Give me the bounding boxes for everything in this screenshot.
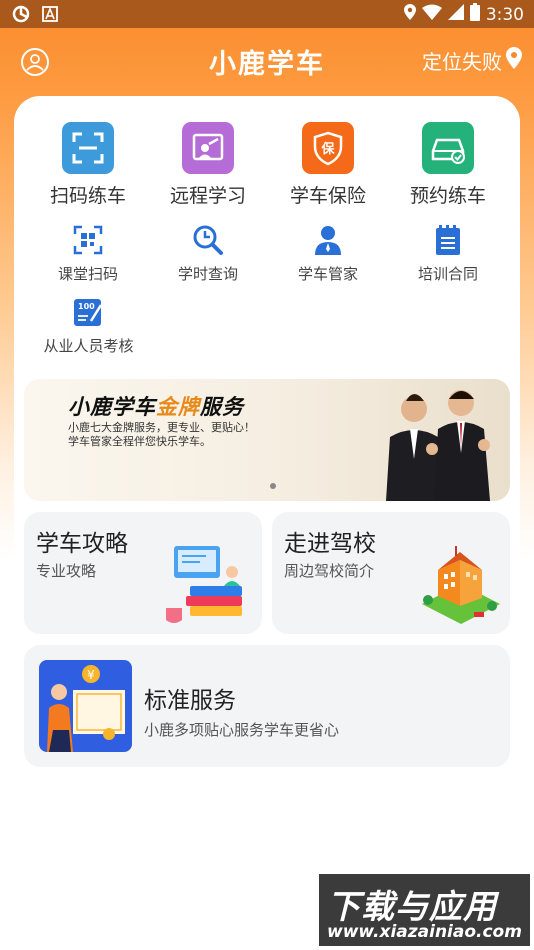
banner-line: 学车管家全程伴您快乐学车。 bbox=[68, 435, 211, 448]
feature-staff-assessment[interactable]: 100 从业人员考核 bbox=[28, 296, 149, 356]
info-tiles: 学车攻略 专业攻略 走进驾校 周边驾校简介 bbox=[24, 512, 510, 634]
feature-remote-learning[interactable]: 远程学习 bbox=[148, 122, 268, 208]
sync-icon bbox=[12, 5, 30, 27]
school-title: 走进驾校 bbox=[284, 531, 376, 557]
svg-text:100: 100 bbox=[78, 302, 95, 311]
sub-feature-label: 课堂扫码 bbox=[57, 265, 118, 283]
car-check-icon bbox=[422, 122, 474, 174]
location-pin-icon bbox=[403, 4, 416, 25]
school-building-illustration bbox=[422, 546, 500, 624]
promo-banner[interactable]: 小鹿学车金牌服务 小鹿七大金牌服务，更专业、更贴心！ 学车管家全程伴您快乐学车。 bbox=[24, 379, 510, 501]
map-pin-icon bbox=[506, 47, 522, 74]
person-icon bbox=[312, 224, 344, 256]
feature-label: 扫码练车 bbox=[49, 185, 126, 207]
watermark: 下载与应用 www.xiazainiao.com bbox=[319, 874, 530, 946]
shield-icon: 保 bbox=[302, 122, 354, 174]
guide-card[interactable]: 学车攻略 专业攻略 bbox=[24, 512, 262, 634]
banner-subtitle: 小鹿七大金牌服务，更专业、更贴心！ 学车管家全程伴您快乐学车。 bbox=[68, 421, 255, 449]
score-sheet-icon: 100 bbox=[73, 296, 105, 328]
clock-search-icon bbox=[192, 224, 224, 256]
carousel-dot[interactable] bbox=[270, 483, 276, 489]
feature-classroom-scan[interactable]: 课堂扫码 bbox=[28, 224, 148, 284]
sub-feature-label: 从业人员考核 bbox=[43, 337, 134, 355]
font-icon bbox=[42, 6, 58, 26]
battery-icon bbox=[469, 3, 480, 26]
status-bar: 3:30 bbox=[0, 0, 534, 28]
watermark-url: www.xiazainiao.com bbox=[327, 922, 522, 942]
teacher-board-icon bbox=[182, 122, 234, 174]
wifi-icon bbox=[421, 4, 442, 25]
banner-title-part: 小鹿学车 bbox=[68, 395, 156, 419]
qr-code-icon bbox=[72, 224, 104, 256]
certificate-illustration: ¥ bbox=[39, 660, 132, 752]
banner-title: 小鹿学车金牌服务 bbox=[68, 391, 244, 421]
svg-text:¥: ¥ bbox=[87, 668, 95, 682]
banner-line: 小鹿七大金牌服务，更专业、更贴心！ bbox=[68, 421, 255, 434]
main-card: 扫码练车 远程学习 保 学车保险 预约练车 课堂扫码 学时查询 学车管家 培训合… bbox=[14, 96, 520, 796]
sub-feature-label: 培训合同 bbox=[417, 265, 478, 283]
svg-text:保: 保 bbox=[320, 141, 335, 157]
guide-title: 学车攻略 bbox=[36, 531, 128, 557]
clock-time: 3:30 bbox=[485, 4, 524, 25]
banner-people-illustration bbox=[386, 390, 490, 501]
banner-title-gold: 金牌 bbox=[156, 395, 200, 419]
document-icon bbox=[432, 224, 464, 256]
feature-study-butler[interactable]: 学车管家 bbox=[268, 224, 388, 284]
primary-features: 扫码练车 远程学习 保 学车保险 预约练车 bbox=[28, 122, 508, 208]
location-label: 定位失败 bbox=[422, 50, 502, 74]
banner-title-part: 服务 bbox=[200, 395, 244, 419]
books-illustration bbox=[166, 546, 242, 623]
app-header: 小鹿学车 定位失败 bbox=[0, 28, 534, 94]
signal-icon bbox=[447, 4, 464, 25]
feature-scan-practice[interactable]: 扫码练车 bbox=[28, 122, 148, 208]
guide-subtitle: 专业攻略 bbox=[36, 562, 97, 580]
sub-feature-label: 学时查询 bbox=[177, 265, 238, 283]
feature-label: 预约练车 bbox=[409, 185, 486, 207]
school-subtitle: 周边驾校简介 bbox=[284, 562, 375, 580]
school-card[interactable]: 走进驾校 周边驾校简介 bbox=[272, 512, 510, 634]
sub-feature-label: 学车管家 bbox=[297, 265, 358, 283]
feature-label: 远程学习 bbox=[169, 185, 246, 207]
service-thumbnail: ¥ bbox=[39, 660, 132, 752]
feature-label: 学车保险 bbox=[289, 185, 366, 207]
feature-book-practice[interactable]: 预约练车 bbox=[388, 122, 508, 208]
service-subtitle: 小鹿多项贴心服务学车更省心 bbox=[144, 721, 340, 739]
secondary-features: 课堂扫码 学时查询 学车管家 培训合同 bbox=[28, 224, 508, 284]
feature-training-contract[interactable]: 培训合同 bbox=[388, 224, 508, 284]
watermark-title: 下载与应用 bbox=[327, 887, 497, 926]
service-title: 标准服务 bbox=[144, 688, 236, 714]
scan-icon bbox=[62, 122, 114, 174]
service-card[interactable]: ¥ 标准服务 小鹿多项贴心服务学车更省心 bbox=[24, 645, 510, 767]
feature-hours-query[interactable]: 学时查询 bbox=[148, 224, 268, 284]
location-button[interactable]: 定位失败 bbox=[422, 46, 522, 75]
tertiary-features: 100 从业人员考核 bbox=[28, 296, 149, 356]
feature-insurance[interactable]: 保 学车保险 bbox=[268, 122, 388, 208]
